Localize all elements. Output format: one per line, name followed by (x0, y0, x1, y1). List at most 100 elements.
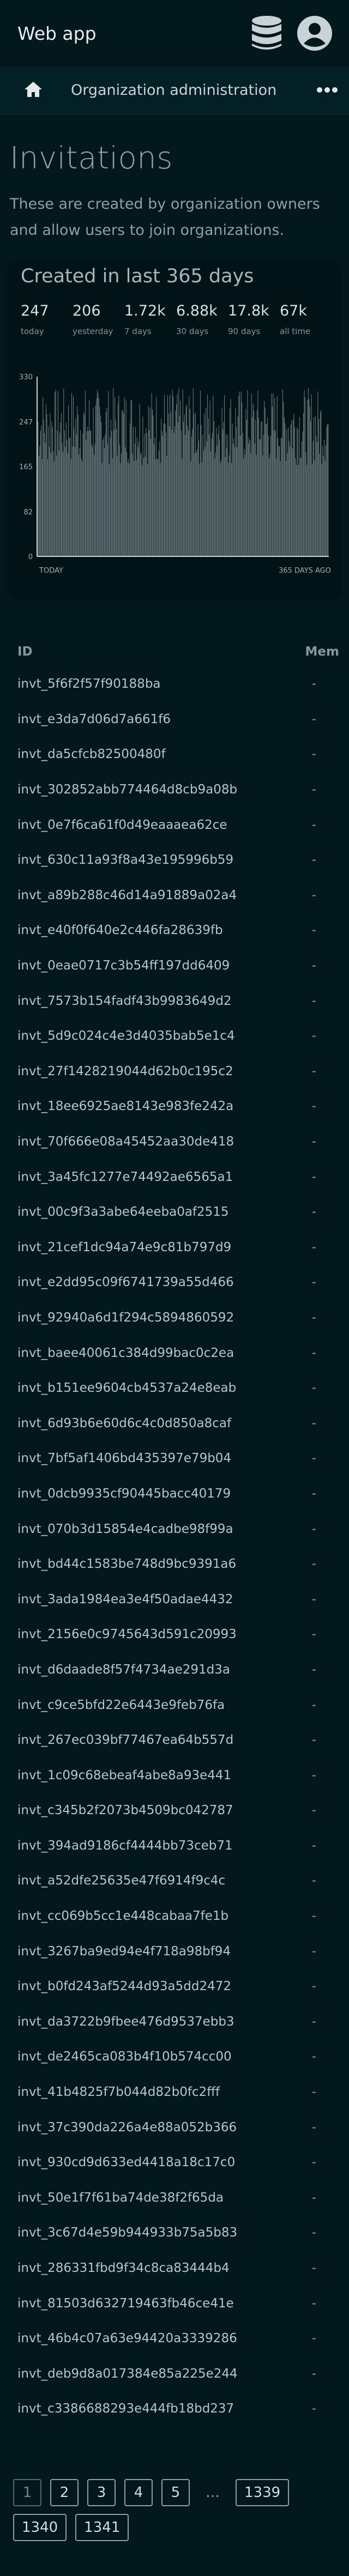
invitation-id: invt_00c9f3a3abe64eeba0af2515 (17, 1205, 229, 1220)
app-title: Web app (17, 22, 97, 44)
member-value: - (311, 1592, 316, 1607)
member-value: - (311, 1029, 316, 1044)
page-button-1340[interactable]: 1340 (13, 2513, 67, 2541)
chart-bar (135, 427, 136, 556)
member-value: - (311, 2085, 316, 2100)
chart-bar (283, 402, 284, 556)
table-row[interactable]: invt_267ec039bf77467ea64b557d - (10, 1723, 339, 1758)
page-button-1341[interactable]: 1341 (75, 2513, 129, 2541)
chart-bar (282, 389, 283, 556)
chart-bar (95, 405, 96, 556)
chart-bar (234, 447, 235, 556)
member-value: - (311, 1169, 316, 1184)
table-row[interactable]: invt_deb9d8a017384e85a225e244 - (10, 2356, 339, 2392)
table-row[interactable]: invt_0dcb9935cf90445bacc40179 - (10, 1476, 339, 1512)
page-button-1339[interactable]: 1339 (236, 2478, 290, 2506)
y-tick-label: 247 (19, 419, 33, 427)
table-row[interactable]: invt_46b4c07a63e94420a3339286 - (10, 2321, 339, 2356)
table-row[interactable]: invt_18ee6925ae8143e983fe242a - (10, 1089, 339, 1124)
page-button-5[interactable]: 5 (161, 2478, 190, 2506)
table-row[interactable]: invt_70f666e08a45452aa30de418 - (10, 1124, 339, 1160)
more-options-icon[interactable] (316, 85, 338, 95)
member-value: - (311, 2331, 316, 2346)
member-value: - (311, 1275, 316, 1290)
table-row[interactable]: invt_0eae0717c3b54ff197dd6409 - (10, 948, 339, 984)
table-row[interactable]: invt_92940a6d1f294c5894860592 - (10, 1300, 339, 1336)
table-row[interactable]: invt_3ada1984ea3e4f50adae4432 - (10, 1581, 339, 1617)
invitation-id: invt_a89b288c46d14a91889a02a4 (17, 888, 237, 902)
chart-bar (41, 459, 43, 556)
stat-yesterday: 206 yesterday (73, 302, 124, 338)
table-row[interactable]: invt_b0fd243af5244d93a5dd2472 - (10, 1969, 339, 2004)
chart-bar (272, 407, 273, 556)
table-row[interactable]: invt_37c390da226a4e88a052b366 - (10, 2110, 339, 2145)
member-value: - (311, 1064, 316, 1078)
table-row[interactable]: invt_da3722b9fbee476d9537ebb3 - (10, 2004, 339, 2040)
table-row[interactable]: invt_3a45fc1277e74492ae6565a1 - (10, 1159, 339, 1195)
member-value: - (311, 2120, 316, 2135)
table-row[interactable]: invt_2156e0c9745643d591c20993 - (10, 1617, 339, 1652)
table-row[interactable]: invt_81503d632719463fb46ce41e - (10, 2286, 339, 2321)
stat-value: 6.88k (176, 302, 218, 319)
invitation-id: invt_0dcb9935cf90445bacc40179 (17, 1486, 231, 1501)
chart-bar (51, 421, 52, 556)
page-button-2[interactable]: 2 (50, 2478, 79, 2506)
table-row[interactable]: invt_de2465ca083b4f10b574cc00 - (10, 2039, 339, 2075)
table-row[interactable]: invt_5d9c024c4e3d4035bab5e1c4 - (10, 1019, 339, 1054)
table-row[interactable]: invt_c3386688293e444fb18bd237 - (10, 2391, 339, 2427)
table-row[interactable]: invt_c9ce5bfd22e6443e9feb76fa - (10, 1687, 339, 1723)
table-row[interactable]: invt_baee40061c384d99bac0c2ea - (10, 1335, 339, 1371)
invitation-id: invt_0eae0717c3b54ff197dd6409 (17, 959, 230, 973)
database-icon[interactable] (248, 14, 286, 52)
table-row[interactable]: invt_27f1428219044d62b0c195c2 - (10, 1054, 339, 1089)
table-row[interactable]: invt_7bf5af1406bd435397e79b04 - (10, 1441, 339, 1476)
member-value: - (311, 2366, 316, 2381)
table-row[interactable]: invt_930cd9d633ed4418a18c17c0 - (10, 2145, 339, 2180)
page-button-3[interactable]: 3 (87, 2478, 116, 2506)
table-row[interactable]: invt_21cef1dc94a74e9c81b797d9 - (10, 1230, 339, 1265)
table-row[interactable]: invt_a52dfe25635e47f6914f9c4c - (10, 1863, 339, 1899)
table-row[interactable]: invt_e40f0f640e2c446fa28639fb - (10, 913, 339, 948)
table-row[interactable]: invt_b151ee9604cb4537a24e8eab - (10, 1371, 339, 1406)
chart-bar (72, 446, 73, 556)
table-row[interactable]: invt_070b3d15854e4cadbe98f99a - (10, 1511, 339, 1547)
home-icon[interactable] (24, 81, 43, 100)
chart-bar (92, 446, 93, 556)
page-button-4[interactable]: 4 (124, 2478, 153, 2506)
table-row[interactable]: invt_c345b2f2073b4509bc042787 - (10, 1793, 339, 1828)
table-row[interactable]: invt_a89b288c46d14a91889a02a4 - (10, 878, 339, 913)
table-row[interactable]: invt_41b4825f7b044d82b0fc2fff - (10, 2075, 339, 2110)
chart-bar (149, 408, 151, 556)
chart-bar (200, 390, 201, 556)
chart-bar (286, 429, 287, 556)
chart-bar (250, 452, 251, 556)
table-row[interactable]: invt_5f6f2f57f90188ba - (10, 666, 339, 702)
table-row[interactable]: invt_3267ba9ed94e4f718a98bf94 - (10, 1933, 339, 1969)
table-row[interactable]: invt_e2dd95c09f6741739a55d466 - (10, 1265, 339, 1300)
chart-bar (208, 419, 209, 556)
chart-bar (251, 393, 252, 556)
member-value: - (311, 2014, 316, 2029)
table-row[interactable]: invt_7573b154fadf43b9983649d2 - (10, 983, 339, 1019)
page-button-1[interactable]: 1 (13, 2478, 41, 2506)
table-row[interactable]: invt_da5cfcb82500480f - (10, 737, 339, 772)
chart-bar (113, 429, 115, 556)
table-row[interactable]: invt_d6daade8f57f4734ae291d3a - (10, 1652, 339, 1688)
account-icon[interactable] (296, 14, 334, 52)
table-row[interactable]: invt_286331fbd9f34c8ca83444b4 - (10, 2251, 339, 2286)
table-row[interactable]: invt_00c9f3a3abe64eeba0af2515 - (10, 1195, 339, 1230)
table-row[interactable]: invt_302852abb774464d8cb9a08b - (10, 772, 339, 808)
chart-bar (77, 414, 79, 556)
chart-bar (275, 431, 276, 556)
table-row[interactable]: invt_3c67d4e59b944933b75a5b83 - (10, 2215, 339, 2251)
table-row[interactable]: invt_bd44c1583be748d9bc9391a6 - (10, 1547, 339, 1582)
table-row[interactable]: invt_50e1f7f61ba74de38f2f65da - (10, 2180, 339, 2216)
table-row[interactable]: invt_0e7f6ca61f0d49eaaaea62ce - (10, 807, 339, 842)
table-row[interactable]: invt_cc069b5cc1e448cabaa7fe1b - (10, 1899, 339, 1934)
table-row[interactable]: invt_1c09c68ebeaf4abe8a93e441 - (10, 1757, 339, 1793)
table-row[interactable]: invt_630c11a93f8a43e195996b59 - (10, 842, 339, 878)
invitation-id: invt_81503d632719463fb46ce41e (17, 2296, 234, 2311)
table-row[interactable]: invt_6d93b6e60d6c4c0d850a8caf - (10, 1405, 339, 1441)
table-row[interactable]: invt_394ad9186cf4444bb73ceb71 - (10, 1828, 339, 1864)
table-row[interactable]: invt_e3da7d06d7a661f6 - (10, 702, 339, 737)
